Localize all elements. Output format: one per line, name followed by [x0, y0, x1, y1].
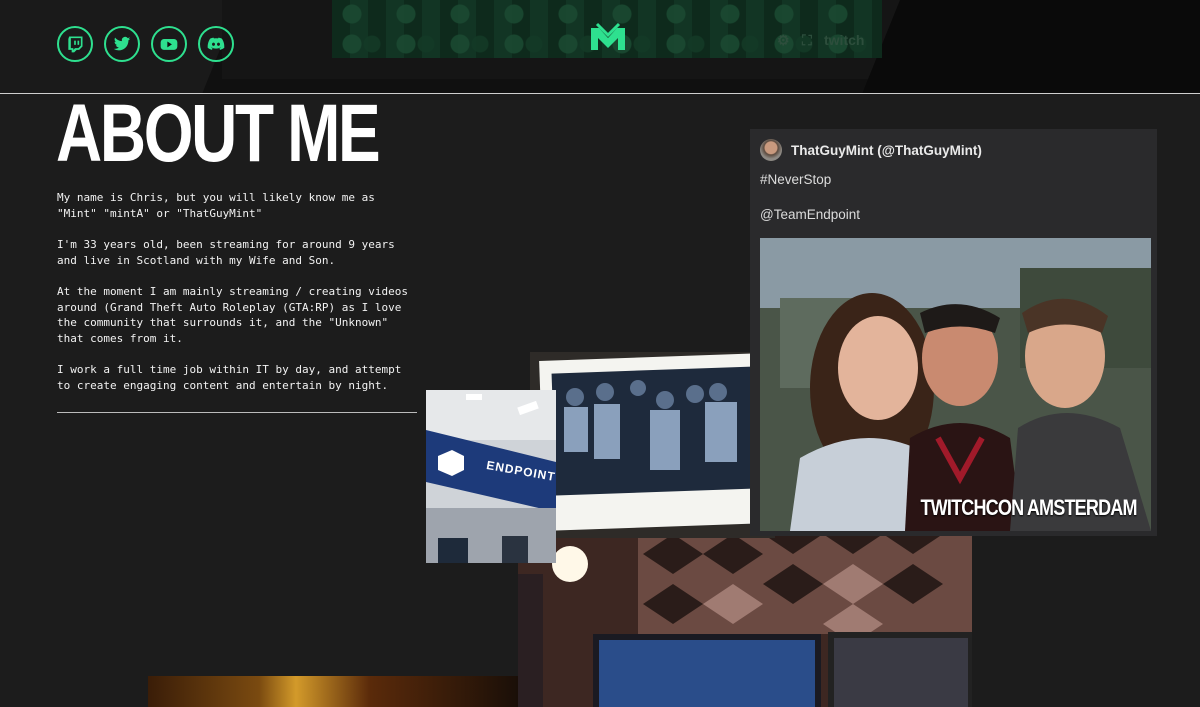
twitch-link[interactable] [57, 26, 93, 62]
tweet-mention[interactable]: @TeamEndpoint [760, 207, 860, 222]
twitter-link[interactable] [104, 26, 140, 62]
polaroid-scene [530, 352, 775, 538]
discord-link[interactable] [198, 26, 234, 62]
photo-polaroid-group [530, 352, 775, 538]
youtube-icon [160, 39, 178, 50]
about-description: My name is Chris, but you will likely kn… [57, 190, 417, 409]
twitch-icon [68, 36, 83, 53]
about-paragraph: At the moment I am mainly streaming / cr… [57, 285, 408, 345]
settings-icon[interactable]: ⚙ [777, 32, 790, 49]
avatar[interactable] [760, 139, 782, 161]
about-paragraph: I work a full time job within IT by day,… [57, 363, 402, 392]
stream-embed[interactable]: ⚙ ⛶ twitch [332, 0, 882, 58]
tweet-hashtag[interactable]: #NeverStop [760, 172, 831, 187]
photo-endpoint-booth: ENDPOINT [426, 390, 556, 563]
mint-logo-icon [591, 22, 625, 50]
about-paragraph: I'm 33 years old, been streaming for aro… [57, 238, 395, 267]
youtube-link[interactable] [151, 26, 187, 62]
about-divider [57, 412, 417, 413]
photo-lights [148, 676, 518, 707]
discord-icon [207, 37, 225, 50]
banner-slant-right [862, 0, 1200, 93]
photo-streaming-setup [518, 514, 972, 707]
tweet-author[interactable]: ThatGuyMint (@ThatGuyMint) [791, 143, 982, 158]
embedded-tweet[interactable]: ThatGuyMint (@ThatGuyMint) #NeverStop @T… [750, 129, 1157, 536]
about-paragraph: My name is Chris, but you will likely kn… [57, 191, 375, 220]
twitch-brand-label[interactable]: twitch [824, 32, 864, 48]
fullscreen-icon[interactable]: ⛶ [802, 32, 812, 49]
twitchcon-selfie [760, 238, 1151, 531]
page-title: ABOUT ME [56, 88, 381, 179]
tweet-photo[interactable]: TWITCHCON AMSTERDAM [760, 238, 1151, 531]
twitter-icon [113, 36, 131, 51]
photo-caption: TWITCHCON AMSTERDAM [920, 495, 1138, 520]
studio-scene [518, 514, 972, 707]
